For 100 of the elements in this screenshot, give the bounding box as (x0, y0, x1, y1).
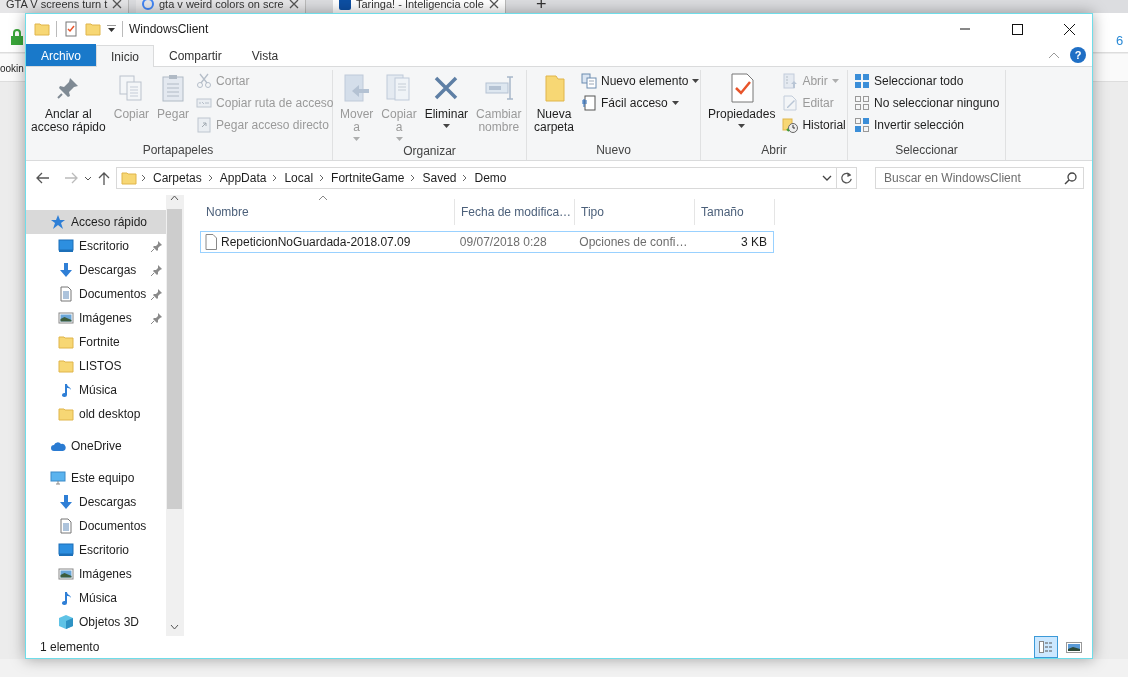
dropdown-icon[interactable] (107, 25, 116, 33)
browser-tab[interactable]: Taringa! - Inteligencia cole (333, 0, 506, 13)
sidebar-item[interactable]: Descargas (26, 258, 167, 282)
table-cell-text: 09/07/2018 0:28 (458, 234, 548, 251)
sidebar-item[interactable]: Este equipo (26, 466, 167, 490)
chevron-icon (319, 174, 326, 182)
scroll-thumb[interactable] (167, 209, 183, 509)
address-bar[interactable]: Carpetas AppData Local FortniteGame Saved Demo (116, 167, 857, 189)
ribbon-button[interactable]: Nueva carpeta (531, 70, 578, 142)
desktop-icon (58, 542, 74, 558)
breadcrumb[interactable]: Saved (420, 169, 459, 187)
sidebar-item[interactable]: Documentos (26, 282, 167, 306)
scroll-down-icon[interactable] (170, 624, 180, 630)
star-icon (50, 214, 66, 230)
dropdown-icon[interactable] (822, 175, 832, 181)
group-label: Nuevo (595, 142, 632, 159)
ribbon-button[interactable]: Fácil acceso (579, 92, 702, 114)
ribbon-button[interactable]: Anclar al acceso rápido (28, 70, 109, 142)
browser-tab[interactable]: GTA V screens turn t (0, 0, 130, 13)
ribbon-tab[interactable]: Vista (236, 44, 294, 66)
column-header[interactable]: Fecha de modifica… (455, 199, 575, 225)
file-icon (205, 234, 217, 250)
close-icon[interactable] (488, 0, 499, 9)
new-item-icon (581, 73, 598, 89)
column-header[interactable]: Nombre (200, 199, 455, 225)
lock-icon (10, 29, 24, 45)
chevron-icon (272, 174, 279, 182)
breadcrumb[interactable]: Local (282, 169, 316, 187)
pin-icon (151, 240, 163, 252)
select-all-icon (854, 73, 870, 89)
pin-icon (151, 264, 163, 276)
invert-selection-icon (854, 117, 870, 133)
sidebar-item[interactable]: Descargas (26, 490, 167, 514)
pin-icon (151, 288, 163, 300)
scrollbar[interactable] (166, 195, 183, 636)
ribbon-button[interactable]: Propiedades (705, 70, 779, 142)
site-icon (339, 0, 351, 10)
close-icon[interactable] (112, 0, 123, 9)
ribbon-tab[interactable]: Compartir (154, 44, 237, 66)
pin-icon (151, 312, 163, 324)
open-icon (782, 73, 799, 89)
document-icon (58, 518, 74, 534)
ribbon-button[interactable]: Seleccionar todo (852, 70, 1002, 92)
help-button[interactable]: ? (1070, 47, 1086, 63)
picture-icon (1066, 639, 1082, 655)
breadcrumb[interactable]: Demo (472, 169, 509, 187)
cube-icon (58, 614, 74, 630)
back-icon[interactable] (36, 172, 50, 184)
sidebar-item[interactable]: Documentos (26, 514, 167, 538)
properties-icon[interactable] (63, 21, 79, 37)
up-icon[interactable] (98, 171, 110, 185)
document-icon (58, 286, 74, 302)
sidebar-item[interactable]: Escritorio (26, 234, 167, 258)
breadcrumb[interactable]: Carpetas (151, 169, 204, 187)
chevron-icon (462, 174, 469, 182)
table-cell-text: 3 KB (740, 234, 768, 251)
sidebar-item[interactable]: Acceso rápido (26, 210, 167, 234)
recent-locations-icon[interactable] (84, 175, 92, 181)
maximize-icon[interactable] (1010, 23, 1024, 35)
chevron-icon (410, 174, 417, 182)
folder-icon (58, 406, 74, 422)
group-label: Portapapeles (141, 142, 215, 159)
column-header[interactable]: Tamaño (695, 199, 775, 225)
breadcrumb[interactable]: AppData (217, 169, 269, 187)
picture-icon (58, 566, 74, 582)
sidebar-item[interactable]: Música (26, 586, 167, 610)
ribbon-button[interactable]: Invertir selección (852, 114, 1002, 136)
close-icon[interactable] (1062, 23, 1076, 35)
page-counter: 6 (1116, 32, 1124, 50)
table-cell-text: Opciones de confi… (578, 234, 689, 251)
easy-access-icon (581, 95, 598, 111)
scroll-up-icon[interactable] (170, 195, 180, 201)
sidebar-item[interactable]: Imágenes (26, 306, 167, 330)
breadcrumb[interactable]: FortniteGame (329, 169, 407, 187)
select-none-icon (854, 95, 870, 111)
bookmark-text: ookin (0, 62, 24, 76)
ribbon-tab[interactable]: Archivo (26, 44, 96, 66)
sidebar-item[interactable]: Escritorio (26, 538, 167, 562)
tab-title: Taringa! - Inteligencia cole (356, 0, 484, 12)
sidebar-item[interactable]: OneDrive (26, 434, 167, 458)
sidebar-item[interactable]: Música (26, 378, 167, 402)
close-icon[interactable] (288, 0, 299, 9)
sidebar-item[interactable]: Objetos 3D (26, 610, 167, 634)
search-icon (1064, 172, 1077, 185)
sidebar-item[interactable]: Fortnite (26, 330, 167, 354)
file-row[interactable]: RepeticionNoGuardada-2018.07.09 09/07/2018 0:28 Opciones de confi… 3 KB (200, 231, 774, 253)
search-field[interactable]: Buscar en WindowsClient (875, 167, 1084, 189)
sidebar-item[interactable]: Imágenes (26, 562, 167, 586)
ribbon-button[interactable]: Historial (780, 114, 848, 136)
ribbon-tab[interactable]: Inicio (96, 45, 155, 67)
ribbon-button[interactable]: No seleccionar ninguno (852, 92, 1002, 114)
collapse-ribbon-icon[interactable] (1048, 51, 1060, 59)
sidebar-item[interactable]: old desktop (26, 402, 167, 426)
ribbon-button[interactable]: Nuevo elemento (579, 70, 702, 92)
ribbon-button[interactable]: Eliminar (421, 70, 472, 143)
column-header[interactable]: Tipo (575, 199, 695, 225)
browser-tab[interactable]: gta v weird colors on scre (136, 0, 306, 13)
history-icon (782, 117, 799, 133)
new-tab-button[interactable]: + (530, 0, 553, 13)
sidebar-item[interactable]: LISTOS (26, 354, 167, 378)
